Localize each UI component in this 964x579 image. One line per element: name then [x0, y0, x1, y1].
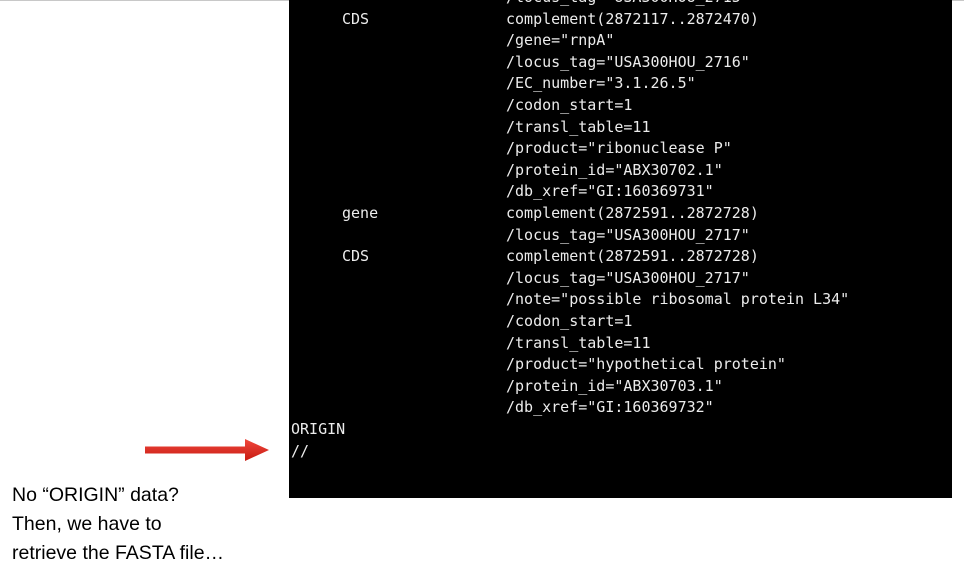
feature-qualifier: /note="possible ribosomal protein L34"	[506, 290, 850, 309]
origin-label: ORIGIN	[291, 420, 346, 438]
genbank-terminal-output: /locus_tag="USA300HOU_2715" CDS complement…	[289, 0, 952, 498]
feature-qualifier: /locus_tag="USA300HOU_2716"	[506, 52, 750, 71]
feature-qualifier: /transl_table=11	[506, 333, 651, 352]
feature-key: CDS	[342, 247, 370, 266]
feature-qualifier: /db_xref="GI:160369731"	[506, 182, 714, 201]
feature-qualifier: /codon_start=1	[506, 312, 633, 330]
feature-qualifier: /db_xref="GI:160369732"	[506, 398, 714, 417]
caption-line: Then, we have to	[12, 513, 162, 535]
feature-key: CDS	[342, 9, 370, 28]
arrow-right-icon	[145, 439, 269, 461]
feature-qualifier: /transl_table=11	[506, 117, 651, 136]
caption-line: retrieve the FASTA file…	[12, 542, 225, 564]
feature-qualifier: /EC_number="3.1.26.5"	[506, 74, 696, 93]
feature-qualifier: /protein_id="ABX30702.1"	[506, 160, 723, 179]
feature-qualifier: /codon_start=1	[506, 96, 633, 114]
feature-qualifier: /product="ribonuclease P"	[506, 139, 732, 158]
caption-line: No “ORIGIN” data?	[12, 484, 179, 506]
feature-qualifier: complement(2872591..2872728)	[506, 204, 759, 222]
feature-qualifier: /gene="rnpA"	[506, 31, 615, 50]
feature-qualifier: /protein_id="ABX30703.1"	[506, 376, 723, 395]
annotation-caption: No “ORIGIN” data? Then, we have to retri…	[12, 481, 282, 568]
feature-key: gene	[342, 204, 379, 222]
feature-qualifier: complement(2872117..2872470)	[506, 9, 759, 28]
feature-qualifier: complement(2872591..2872728)	[506, 247, 759, 266]
feature-qualifier: /locus_tag="USA300HOU_2717"	[506, 268, 750, 287]
feature-qualifier: /locus_tag="USA300HOU_2717"	[506, 225, 750, 244]
feature-qualifier: /locus_tag="USA300HOU_2715"	[506, 0, 750, 9]
feature-qualifier: /product="hypothetical protein"	[506, 355, 786, 374]
record-end-marker: //	[291, 441, 310, 460]
